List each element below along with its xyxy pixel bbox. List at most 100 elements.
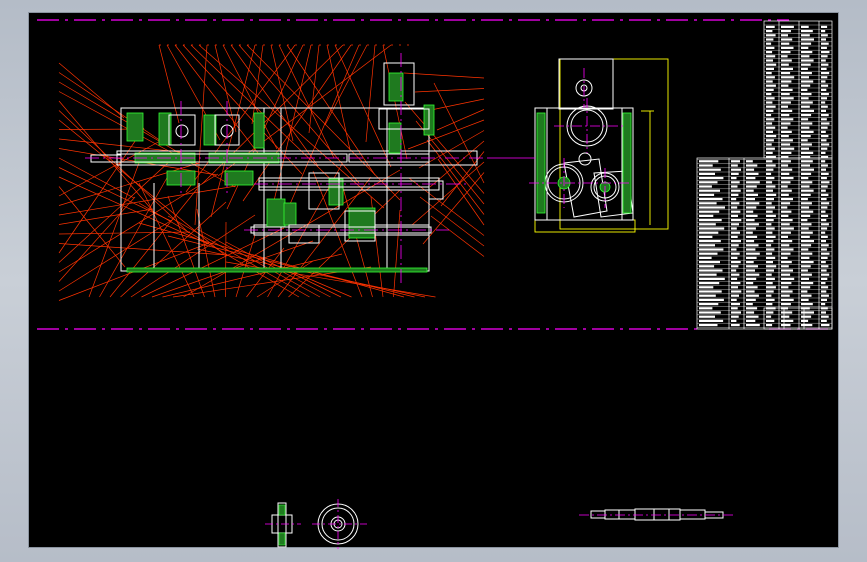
parts-list-text bbox=[746, 160, 753, 163]
parts-list-text bbox=[746, 244, 759, 247]
parts-list-text bbox=[766, 282, 773, 285]
parts-list-text bbox=[746, 307, 758, 310]
parts-list-text bbox=[801, 46, 809, 49]
parts-list-text bbox=[781, 273, 791, 276]
parts-list-text bbox=[699, 282, 720, 285]
parts-list-text bbox=[821, 59, 826, 62]
parts-list-text bbox=[746, 235, 758, 238]
parts-list-text bbox=[781, 34, 788, 37]
parts-list-text bbox=[699, 244, 715, 247]
parts-list-text bbox=[781, 25, 794, 28]
parts-list-text bbox=[731, 164, 738, 167]
parts-list-text bbox=[821, 277, 828, 280]
parts-list-text bbox=[746, 198, 755, 201]
parts-list-text bbox=[746, 261, 754, 264]
parts-list-text bbox=[766, 214, 776, 217]
parts-list-text bbox=[781, 101, 791, 104]
parts-list-text bbox=[821, 273, 830, 276]
parts-list-text bbox=[821, 118, 827, 121]
parts-list-text bbox=[699, 206, 725, 209]
parts-list-text bbox=[766, 202, 772, 205]
parts-list-text bbox=[821, 156, 829, 159]
parts-list-text bbox=[781, 269, 793, 272]
parts-list-text bbox=[731, 244, 739, 247]
cad-canvas[interactable] bbox=[28, 12, 839, 549]
parts-list-text bbox=[766, 248, 775, 251]
parts-list-text bbox=[821, 147, 828, 150]
parts-list-text bbox=[781, 202, 791, 205]
parts-list-text bbox=[801, 51, 813, 54]
parts-list-text bbox=[801, 290, 808, 293]
parts-list-text bbox=[746, 277, 757, 280]
leader-line bbox=[158, 44, 180, 124]
leader-line bbox=[430, 215, 485, 257]
parts-list-text bbox=[766, 324, 773, 327]
parts-list-text bbox=[821, 160, 826, 163]
leader-line bbox=[58, 173, 219, 273]
parts-list-text bbox=[766, 261, 773, 264]
parts-list-text bbox=[699, 256, 712, 259]
parts-list-text bbox=[781, 147, 795, 150]
parts-list-text bbox=[821, 172, 829, 175]
parts-list-text bbox=[766, 277, 775, 280]
parts-list-text bbox=[766, 151, 773, 154]
parts-list-text bbox=[699, 273, 717, 276]
parts-list-text bbox=[699, 277, 725, 280]
parts-list-text bbox=[746, 202, 760, 205]
parts-list-text bbox=[781, 84, 789, 87]
parts-list-text bbox=[781, 109, 793, 112]
parts-list-text bbox=[766, 273, 772, 276]
parts-list-text bbox=[821, 55, 828, 58]
parts-list-text bbox=[746, 286, 758, 289]
parts-list-text bbox=[781, 248, 794, 251]
parts-list-text bbox=[801, 261, 814, 264]
parts-list-text bbox=[821, 139, 827, 142]
parts-list-text bbox=[821, 244, 829, 247]
parts-list-text bbox=[766, 34, 776, 37]
parts-list-text bbox=[821, 88, 827, 91]
parts-list-text bbox=[781, 265, 789, 268]
parts-list-text bbox=[781, 30, 791, 33]
parts-list-text bbox=[781, 240, 793, 243]
parts-list-text bbox=[731, 303, 740, 306]
parts-list-text bbox=[766, 72, 772, 75]
parts-list-text bbox=[766, 80, 773, 83]
parts-list-text bbox=[781, 122, 791, 125]
parts-list-text bbox=[801, 88, 808, 91]
leader-line bbox=[403, 72, 485, 79]
parts-list-text bbox=[821, 143, 830, 146]
parts-list-text bbox=[731, 185, 738, 188]
parts-list-text bbox=[766, 298, 775, 301]
parts-list-text bbox=[699, 231, 719, 234]
parts-list-text bbox=[781, 252, 791, 255]
parts-list-text bbox=[746, 256, 757, 259]
parts-list-text bbox=[821, 109, 826, 112]
leader-line bbox=[308, 44, 320, 134]
parts-list-text bbox=[781, 277, 795, 280]
parts-list-text bbox=[731, 193, 739, 196]
parts-list-text bbox=[731, 223, 739, 226]
parts-list-text bbox=[801, 282, 814, 285]
parts-list-text bbox=[821, 97, 827, 100]
parts-list-text bbox=[766, 59, 773, 62]
leader-line bbox=[58, 208, 154, 225]
parts-list-text bbox=[766, 189, 773, 192]
parts-list-text bbox=[781, 219, 793, 222]
parts-list-text bbox=[746, 206, 757, 209]
leader-line bbox=[436, 109, 485, 131]
parts-list-text bbox=[731, 273, 740, 276]
parts-list-text bbox=[699, 172, 715, 175]
parts-list-text bbox=[801, 84, 811, 87]
parts-list-text bbox=[731, 265, 739, 268]
parts-list-text bbox=[766, 227, 775, 230]
parts-list-text bbox=[821, 210, 826, 213]
parts-list-text bbox=[801, 76, 809, 79]
parts-list-text bbox=[821, 63, 829, 66]
leader-line bbox=[214, 44, 237, 133]
parts-list-text bbox=[801, 101, 813, 104]
parts-list-text bbox=[766, 265, 777, 268]
parts-list-text bbox=[821, 80, 826, 83]
parts-list-text bbox=[821, 235, 828, 238]
parts-list-text bbox=[801, 126, 810, 129]
parts-list-text bbox=[699, 198, 723, 201]
